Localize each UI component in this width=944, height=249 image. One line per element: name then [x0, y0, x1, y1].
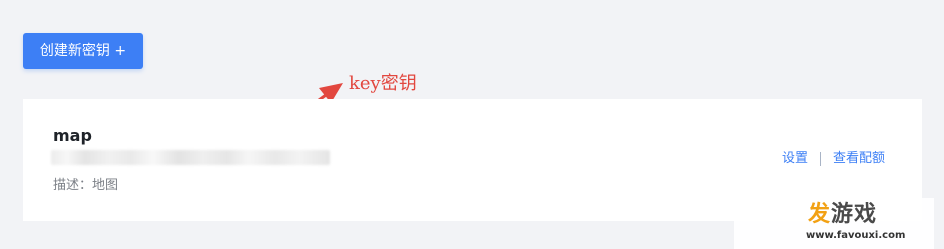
watermark-title-rest: 游戏	[831, 202, 878, 227]
annotation-label: key密钥	[349, 73, 417, 94]
key-value-redacted	[51, 150, 330, 165]
view-quota-link[interactable]: 查看配额	[833, 151, 885, 167]
watermark-logo: 发游戏	[808, 202, 877, 228]
key-description: 描述：地图	[53, 178, 119, 193]
watermark-title-accent: 发	[808, 202, 832, 227]
create-new-key-button[interactable]: 创建新密钥 +	[23, 33, 143, 69]
watermark-url: www.favouxi.com	[806, 230, 906, 241]
card-actions: 设置 查看配额	[782, 151, 885, 167]
key-name: map	[53, 126, 92, 145]
settings-link[interactable]: 设置	[782, 151, 808, 167]
action-divider	[819, 152, 821, 166]
